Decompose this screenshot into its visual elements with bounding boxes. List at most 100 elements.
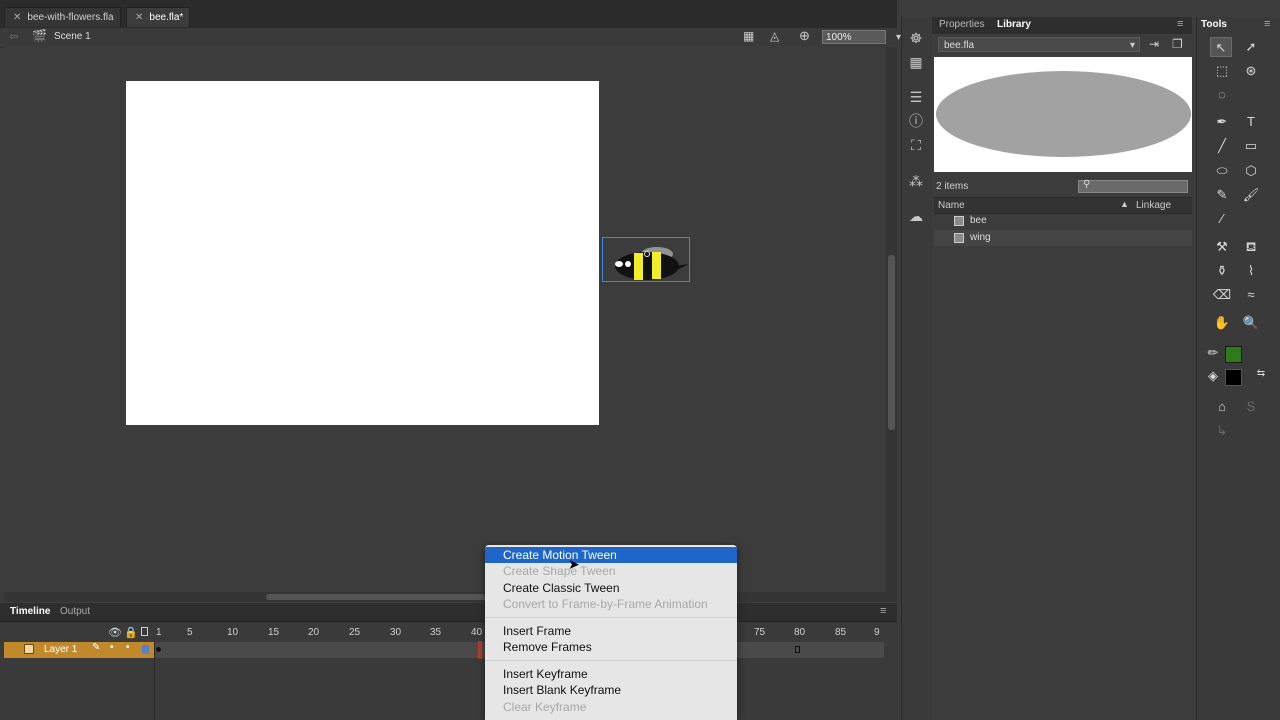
edit-symbol-icon[interactable]: ◬ (770, 29, 779, 43)
column-name[interactable]: Name (938, 200, 965, 211)
menu-item-clear-keyframe[interactable]: Clear Keyframe (485, 699, 737, 715)
menu-item-remove-frames[interactable]: Remove Frames (485, 639, 737, 655)
grid-panel-icon[interactable]: ▦ (906, 53, 926, 71)
library-document-select[interactable]: bee.fla ▾ (938, 37, 1140, 52)
cc-libraries-icon[interactable]: ☁ (906, 207, 926, 225)
tab-output[interactable]: Output (60, 606, 90, 617)
lock-icon[interactable]: 🔒 (124, 626, 138, 639)
frame-tick: 30 (390, 627, 402, 638)
fill-color-icon: ◈ (1208, 368, 1218, 383)
menu-item-create-shape-tween[interactable]: Create Shape Tween (485, 563, 737, 579)
playhead[interactable] (478, 641, 482, 659)
back-arrow-icon[interactable]: ⇦ (9, 30, 18, 43)
swap-colors-icon[interactable]: ⇆ (1250, 364, 1272, 384)
fill-color-swatch[interactable] (1225, 369, 1242, 386)
menu-item-convert-frame-by-frame[interactable]: Convert to Frame-by-Frame Animation (485, 596, 737, 612)
panel-menu-icon[interactable]: ≡ (1177, 18, 1183, 30)
line-tool-icon[interactable]: ╱ (1211, 136, 1233, 156)
lock-dot-icon[interactable]: • (126, 642, 130, 653)
document-tab-bee-with-flowers[interactable]: ✕ bee-with-flowers.fla (4, 7, 121, 27)
3d-rotation-tool-icon[interactable]: ⊛ (1240, 61, 1262, 81)
eye-icon[interactable]: 👁 (108, 626, 122, 639)
edit-bar: ⇦ 🎬 Scene 1 ▦ ◬ ⊕ 100% ▾ (0, 28, 901, 48)
layer-icon (24, 644, 34, 654)
timeline-empty-area (0, 659, 897, 720)
menu-item-insert-blank-keyframe[interactable]: Insert Blank Keyframe (485, 682, 737, 698)
eyedropper-tool-icon[interactable]: ⌇ (1240, 261, 1262, 281)
frame-ruler[interactable]: 👁 🔒 1 5 10 15 20 25 30 35 40 75 80 85 9 (0, 623, 897, 641)
transform-panel-icon[interactable]: ⛶ (906, 136, 926, 154)
bee-symbol-instance[interactable] (602, 237, 690, 282)
creative-cloud-icon[interactable]: ☸ (906, 29, 926, 47)
lasso-tool-icon[interactable]: ◌ (1211, 85, 1233, 105)
free-transform-tool-icon[interactable]: ⬚ (1211, 61, 1233, 81)
layer-row[interactable]: Layer 1 ✎ • • (4, 642, 154, 658)
menu-item-insert-keyframe[interactable]: Insert Keyframe (485, 666, 737, 682)
paint-bucket-tool-icon[interactable]: ⛾ (1240, 237, 1262, 257)
preview-wing-shape (936, 71, 1191, 157)
document-tab-label: bee.fla* (149, 12, 184, 23)
components-panel-icon[interactable]: ⁂ (906, 172, 926, 190)
end-frame-marker[interactable] (795, 646, 800, 653)
frame-tick: 25 (349, 627, 361, 638)
polystar-tool-icon[interactable]: ⬡ (1240, 161, 1262, 181)
brush-tool-icon[interactable]: ⁄ (1211, 209, 1233, 229)
layer-outline-color[interactable] (142, 645, 149, 654)
align-panel-icon[interactable]: ☰ (906, 88, 926, 106)
keyframe-marker[interactable] (156, 647, 161, 652)
edit-scene-icon[interactable]: ▦ (743, 29, 754, 43)
document-tab-bee[interactable]: ✕ bee.fla* (126, 7, 191, 27)
eraser-tool-icon[interactable]: ⌫ (1211, 285, 1233, 305)
tab-properties[interactable]: Properties (939, 19, 985, 30)
timeline-divider (154, 642, 155, 720)
center-stage-icon[interactable]: ⊕ (799, 28, 810, 44)
outline-icon[interactable] (141, 627, 148, 636)
stage[interactable] (126, 81, 599, 425)
library-item-bee[interactable]: bee (934, 213, 1192, 229)
visibility-dot-icon[interactable]: • (110, 642, 114, 653)
panel-menu-icon[interactable]: ≡ (880, 605, 886, 617)
frame-tick: 20 (308, 627, 320, 638)
width-tool-icon[interactable]: ≈ (1240, 285, 1262, 305)
menu-item-insert-frame[interactable]: Insert Frame (485, 623, 737, 639)
subselection-tool-icon[interactable]: ➚ (1240, 37, 1262, 57)
library-search-input[interactable]: ⚲ (1078, 179, 1188, 193)
frame-tick: 9 (874, 627, 880, 638)
info-panel-icon[interactable]: ⓘ (906, 112, 926, 130)
column-linkage[interactable]: Linkage (1136, 200, 1171, 211)
snap-to-objects-icon[interactable]: ⌂ (1211, 397, 1233, 417)
tab-timeline[interactable]: Timeline (10, 606, 50, 617)
pencil-tool-icon[interactable]: ✎ (1211, 185, 1233, 205)
oval-tool-icon[interactable]: ⬭ (1211, 161, 1233, 181)
rectangle-tool-icon[interactable]: ▭ (1240, 136, 1262, 156)
panel-menu-icon[interactable]: ≡ (1264, 18, 1270, 30)
stroke-color-swatch[interactable] (1225, 346, 1242, 363)
menu-separator (485, 617, 737, 618)
close-tab-icon[interactable]: ✕ (135, 12, 143, 23)
mouse-cursor-icon: ➤ (568, 556, 580, 572)
library-item-wing[interactable]: wing (934, 230, 1192, 246)
selection-tool-icon[interactable]: ↖ (1210, 37, 1232, 57)
menu-separator (485, 660, 737, 661)
straighten-icon[interactable]: ↳ (1211, 421, 1233, 441)
pin-icon[interactable]: ⇥ (1149, 37, 1159, 51)
layer-name[interactable]: Layer 1 (44, 644, 77, 655)
ink-bottle-tool-icon[interactable]: ⚱ (1211, 261, 1233, 281)
paint-brush-tool-icon[interactable]: 🖌 (1240, 185, 1262, 205)
close-tab-icon[interactable]: ✕ (13, 12, 21, 23)
vertical-scroll-thumb[interactable] (888, 255, 895, 430)
pen-tool-icon[interactable]: ✒ (1211, 112, 1233, 132)
text-tool-icon[interactable]: T (1240, 112, 1262, 132)
zoom-select[interactable]: 100% ▾ (822, 30, 901, 44)
sort-ascending-icon[interactable]: ▲ (1120, 199, 1129, 209)
new-library-panel-icon[interactable]: ❐ (1172, 37, 1183, 51)
menu-item-create-motion-tween[interactable]: Create Motion Tween (485, 547, 737, 563)
tab-library[interactable]: Library (997, 19, 1031, 30)
scene-label: Scene 1 (54, 31, 91, 42)
smooth-icon[interactable]: Տ (1240, 397, 1262, 417)
zoom-tool-icon[interactable]: 🔍 (1240, 313, 1262, 333)
bone-tool-icon[interactable]: ⚒ (1211, 237, 1233, 257)
menu-item-create-classic-tween[interactable]: Create Classic Tween (485, 580, 737, 596)
hand-tool-icon[interactable]: ✋ (1211, 313, 1233, 333)
tools-title: Tools (1201, 19, 1227, 30)
